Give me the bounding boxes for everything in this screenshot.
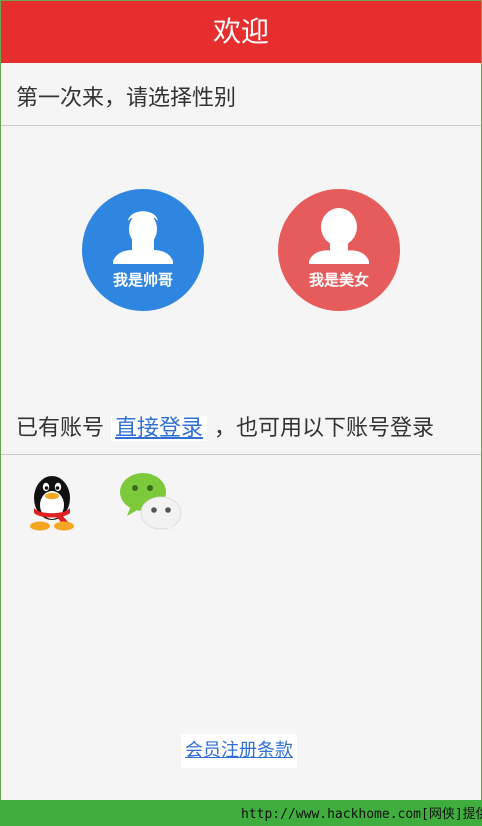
direct-login-link[interactable]: 直接登录 (111, 416, 208, 441)
female-silhouette-icon (309, 208, 369, 264)
male-label: 我是帅哥 (112, 271, 173, 289)
login-prefix: 已有账号 (16, 416, 105, 441)
female-button[interactable]: 我是美女 (278, 189, 400, 311)
wechat-icon (120, 473, 182, 533)
qq-login-button[interactable] (20, 470, 84, 534)
login-suffix: ，也可用以下账号登录 (214, 416, 435, 441)
watermark-text: http://www.hackhome.com[网侠]提供 (241, 807, 482, 822)
female-label: 我是美女 (308, 271, 369, 289)
gender-prompt: 第一次来，请选择性别 (16, 86, 237, 111)
wechat-login-button[interactable] (117, 470, 187, 534)
divider (1, 125, 481, 126)
qq-icon (30, 476, 74, 531)
male-silhouette-icon (113, 211, 173, 264)
login-line: 已有账号 直接登录 ，也可用以下账号登录 (16, 410, 434, 442)
page-title: 欢迎 (1, 1, 481, 63)
male-button[interactable]: 我是帅哥 (82, 189, 204, 311)
divider (1, 454, 481, 455)
member-terms-link[interactable]: 会员注册条款 (181, 734, 297, 768)
